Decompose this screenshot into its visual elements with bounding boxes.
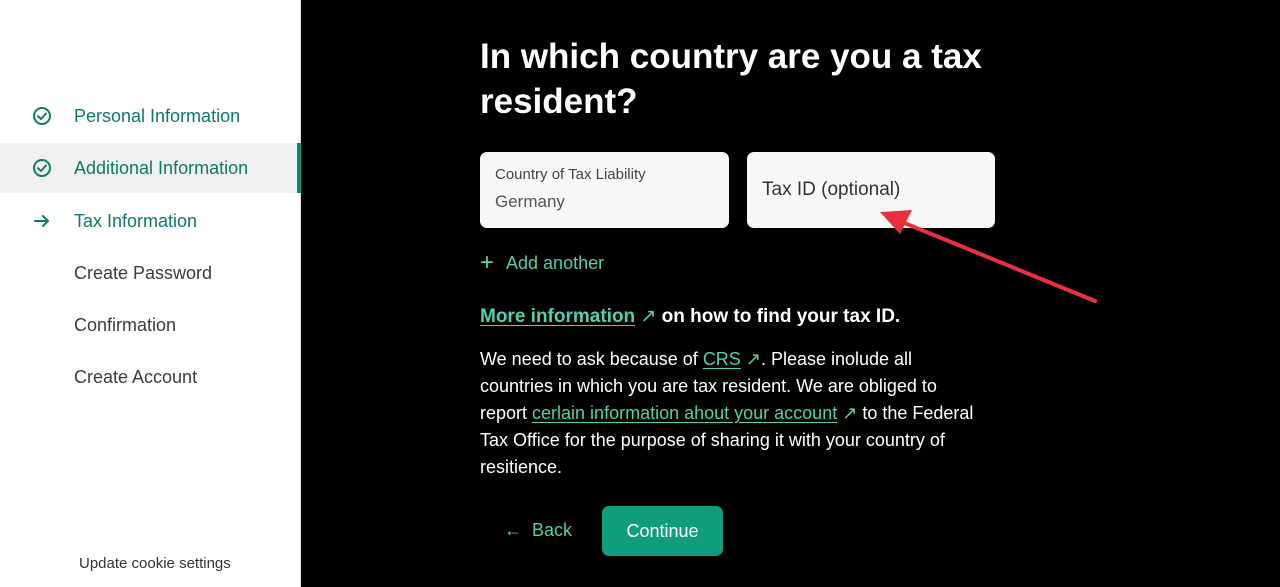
sidebar-item-label: Additional Information [74,157,249,178]
country-of-tax-liability-select[interactable]: Country of Tax Liability Germany [480,152,729,228]
plus-icon: + [480,249,495,276]
tax-id-placeholder: Tax ID (optional) [762,179,901,200]
more-information-line: More information ↗ on how to find your t… [480,305,900,328]
country-field-value: Germany [495,192,565,211]
crs-link[interactable]: CRS [703,349,741,369]
page-title: In which country are you a tax resident? [480,37,982,121]
paragraph-text: We need to ask because of [480,349,703,369]
sidebar-item-personal-information[interactable]: Personal Information [0,91,301,141]
more-information-link[interactable]: More information [480,306,635,327]
more-information-text: on how to find your tax ID. [661,306,901,327]
sidebar-item-create-account[interactable]: Create Account [0,352,301,402]
arrow-left-icon: ← [504,520,522,540]
external-link-icon: ↗ [745,349,761,369]
crs-explanation: We need to ask because of CRS ↗. Please … [480,346,980,481]
sidebar-item-label: Confirmation [74,314,177,335]
arrow-right-icon [34,215,49,227]
check-circle-icon [33,159,51,177]
sidebar-item-label: Personal Information [74,105,241,126]
sidebar-item-label: Tax Information [74,210,198,231]
sidebar-item-label: Create Password [74,262,213,283]
back-label: Back [532,520,573,540]
add-another-label: Add another [506,252,605,273]
external-link-icon: ↗ [640,306,657,327]
tax-id-input[interactable]: Tax ID (optional) [747,152,995,228]
sidebar-item-additional-information[interactable]: Additional Information [0,143,301,193]
external-link-icon: ↗ [842,403,858,423]
sidebar-item-tax-information[interactable]: Tax Information [0,196,301,246]
add-another-button[interactable]: + Add another [480,250,604,276]
country-field-label: Country of Tax Liability [495,166,646,183]
sidebar-item-label: Create Account [74,366,198,387]
check-circle-icon [33,107,51,125]
sidebar-item-create-password[interactable]: Create Password [0,248,301,298]
sidebar: Personal Information Additional Informat… [0,0,301,587]
continue-button[interactable]: Continue [602,506,723,556]
sidebar-item-confirmation[interactable]: Confirmation [0,300,301,350]
back-button[interactable]: ← Back [504,520,572,541]
information-link[interactable]: cerlain information ahout your account [532,403,837,423]
cookie-settings-link[interactable]: Update cookie settings [79,555,231,572]
